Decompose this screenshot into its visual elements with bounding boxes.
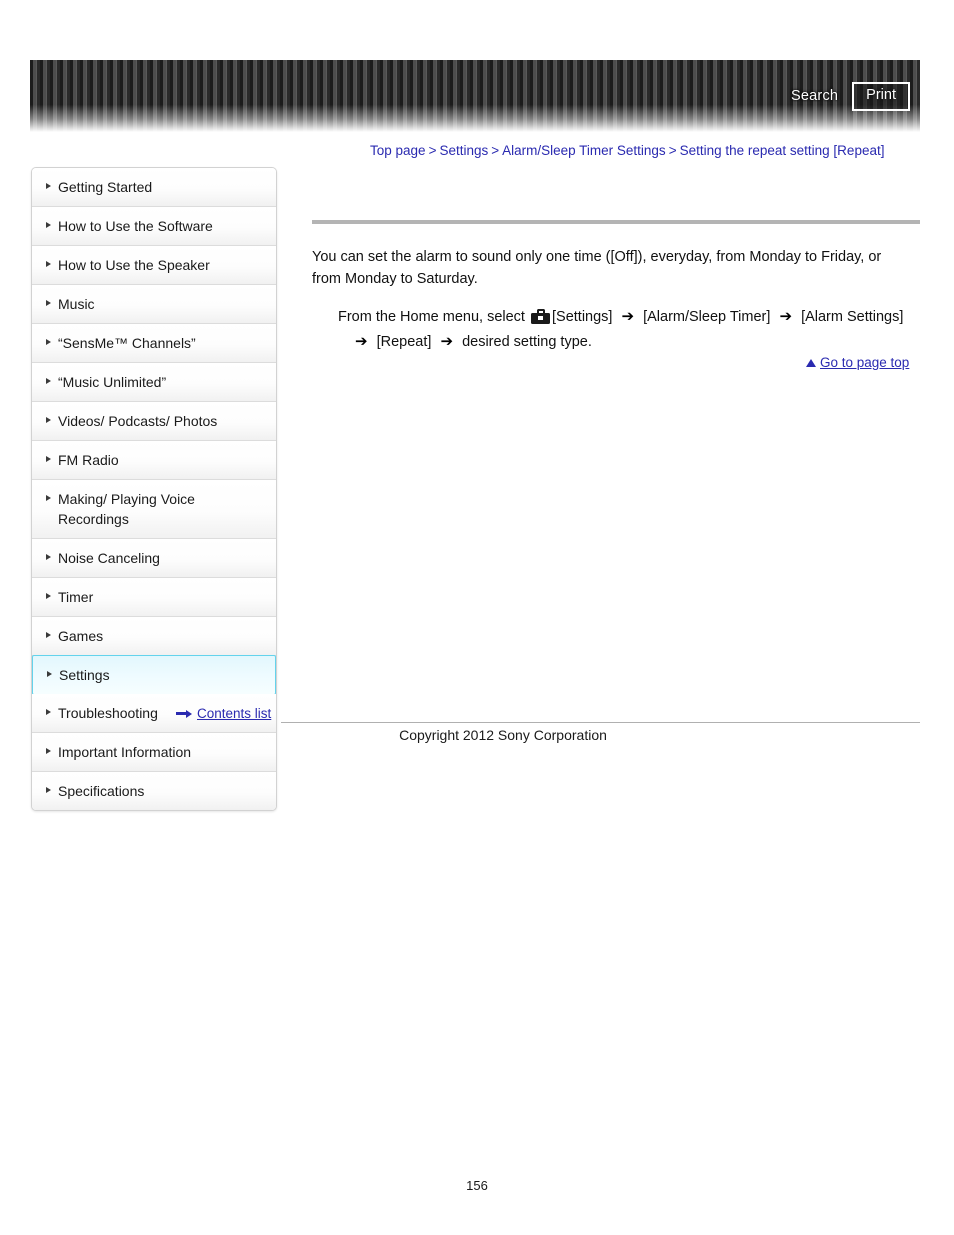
content-divider	[312, 220, 920, 224]
contents-list-label: Contents list	[197, 706, 272, 721]
triangle-up-icon	[806, 359, 816, 367]
intro-paragraph: You can set the alarm to sound only one …	[312, 249, 882, 287]
header-actions: Search Print	[791, 82, 910, 111]
sidebar-item-label: Getting Started	[58, 179, 153, 195]
triangle-bullet-icon	[46, 787, 51, 793]
triangle-bullet-icon	[46, 222, 51, 228]
breadcrumb-item-top-page[interactable]: Top page	[370, 143, 426, 158]
triangle-bullet-icon	[46, 261, 51, 267]
sidebar-item-sensme-channels[interactable]: “SensMe™ Channels”	[32, 324, 276, 363]
sidebar-item-label: Making/ Playing Voice Recordings	[58, 491, 195, 527]
breadcrumb-item-alarm-sleep-timer-settings[interactable]: Alarm/Sleep Timer Settings	[502, 143, 666, 158]
sidebar-item-label: How to Use the Speaker	[58, 257, 210, 273]
sidebar-item-videos-podcasts-photos[interactable]: Videos/ Podcasts/ Photos	[32, 402, 276, 441]
arrow-right-icon: ➔	[621, 307, 635, 325]
triangle-bullet-icon	[46, 339, 51, 345]
search-label[interactable]: Search	[791, 88, 838, 104]
sidebar-item-label: “SensMe™ Channels”	[58, 335, 196, 351]
breadcrumb: Top page > Settings > Alarm/Sleep Timer Sett…	[370, 143, 884, 158]
go-to-page-top-link[interactable]: Go to page top	[806, 355, 909, 370]
sidebar-item-label: Specifications	[58, 783, 145, 799]
sidebar-item-how-to-use-the-speaker[interactable]: How to Use the Speaker	[32, 246, 276, 285]
sidebar-item-games[interactable]: Games	[32, 617, 276, 656]
sidebar-item-music[interactable]: Music	[32, 285, 276, 324]
step-repeat-label: [Repeat]	[376, 333, 432, 350]
arrow-right-icon: ➔	[355, 332, 368, 350]
sidebar-item-getting-started[interactable]: Getting Started	[32, 168, 276, 207]
step-alarm-sleep-timer-label: [Alarm/Sleep Timer]	[643, 308, 771, 325]
steps-block: From the Home menu, select [Settings] ➔ …	[312, 305, 920, 355]
toolbox-settings-icon	[531, 308, 550, 324]
sidebar-item-timer[interactable]: Timer	[32, 578, 276, 617]
main-content: You can set the alarm to sound only one …	[312, 200, 920, 355]
breadcrumb-item-current-page[interactable]: Setting the repeat setting [Repeat]	[680, 143, 885, 158]
sidebar-item-label: Videos/ Podcasts/ Photos	[58, 413, 218, 429]
triangle-bullet-icon	[46, 748, 51, 754]
sidebar-item-specifications[interactable]: Specifications	[32, 772, 276, 810]
sidebar-item-fm-radio[interactable]: FM Radio	[32, 441, 276, 480]
breadcrumb-item-settings[interactable]: Settings	[439, 143, 488, 158]
sidebar-item-music-unlimited[interactable]: “Music Unlimited”	[32, 363, 276, 402]
triangle-bullet-icon	[46, 632, 51, 638]
step-alarm-settings-label: [Alarm Settings]	[801, 308, 904, 325]
triangle-bullet-icon	[46, 378, 51, 384]
page-number: 156	[466, 1178, 488, 1193]
footer-divider	[281, 722, 920, 723]
triangle-bullet-icon	[46, 554, 51, 560]
triangle-bullet-icon	[46, 417, 51, 423]
copyright-text: Copyright 2012 Sony Corporation	[399, 727, 607, 743]
steps-second-line: ➔ [Repeat] ➔ desired setting type.	[338, 330, 920, 355]
sidebar-item-how-to-use-the-software[interactable]: How to Use the Software	[32, 207, 276, 246]
arrow-right-icon: ➔	[440, 332, 454, 350]
sidebar-item-label: Noise Canceling	[58, 550, 160, 566]
sidebar-item-noise-canceling[interactable]: Noise Canceling	[32, 539, 276, 578]
breadcrumb-separator: >	[668, 143, 677, 158]
step-final-label: desired setting type.	[462, 333, 592, 350]
arrow-right-icon	[176, 709, 192, 718]
breadcrumb-separator: >	[491, 143, 500, 158]
triangle-bullet-icon	[46, 593, 51, 599]
triangle-bullet-icon	[46, 183, 51, 189]
steps-lead-text: From the Home menu, select	[338, 308, 525, 325]
sidebar-item-label: Important Information	[58, 744, 192, 760]
step-settings-label: [Settings]	[552, 308, 613, 325]
triangle-bullet-icon	[46, 456, 51, 462]
go-to-page-top-label: Go to page top	[820, 355, 910, 370]
arrow-right-icon: ➔	[779, 307, 793, 325]
sidebar-item-label: Troubleshooting	[58, 705, 158, 721]
sidebar-item-label: Settings	[59, 667, 110, 683]
sidebar-item-making-playing-voice-recordings[interactable]: Making/ Playing Voice Recordings	[32, 480, 276, 539]
sidebar-item-label: FM Radio	[58, 452, 119, 468]
sidebar-item-label: How to Use the Software	[58, 218, 213, 234]
contents-list-link[interactable]: Contents list	[176, 706, 271, 721]
sidebar-item-label: Music	[58, 296, 95, 312]
sidebar-item-label: “Music Unlimited”	[58, 374, 167, 390]
print-button[interactable]: Print	[852, 82, 910, 111]
sidebar-item-settings[interactable]: Settings	[32, 655, 276, 695]
sidebar-item-label: Games	[58, 628, 104, 644]
header-banner: Search Print	[30, 60, 920, 132]
triangle-bullet-icon	[47, 671, 52, 677]
breadcrumb-separator: >	[428, 143, 437, 158]
triangle-bullet-icon	[46, 300, 51, 306]
triangle-bullet-icon	[46, 709, 51, 715]
triangle-bullet-icon	[46, 495, 51, 501]
sidebar-item-label: Timer	[58, 589, 94, 605]
